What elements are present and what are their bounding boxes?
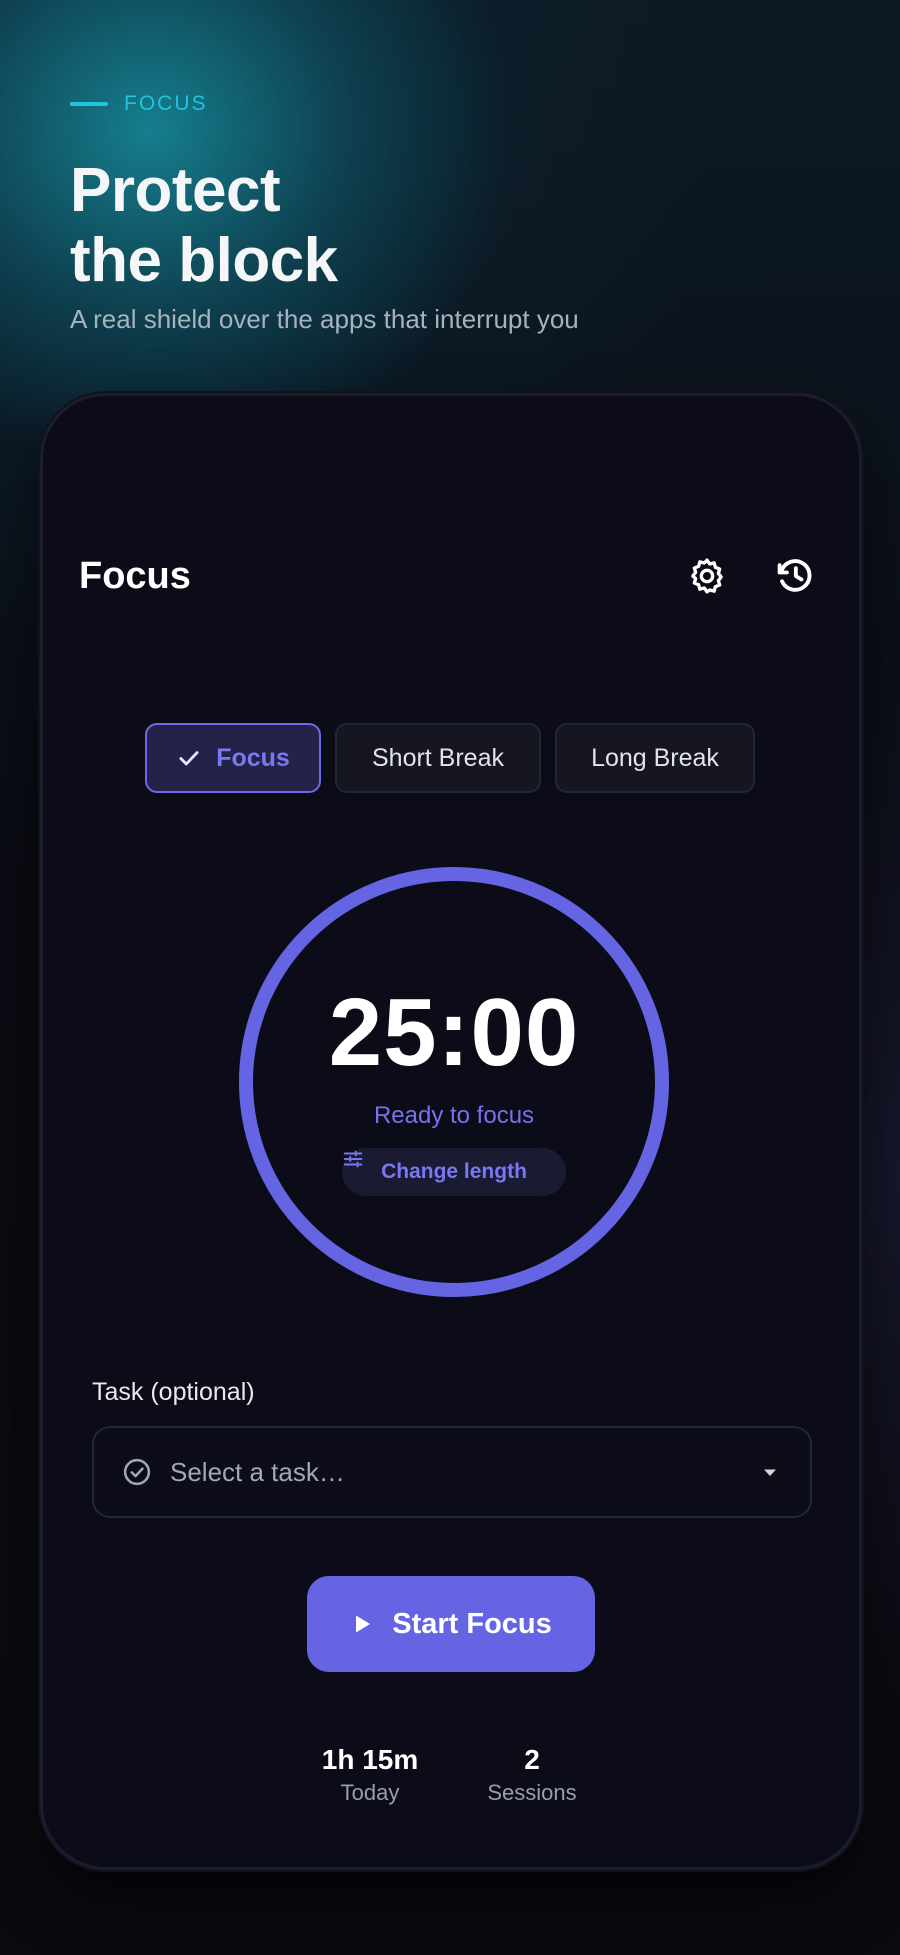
timer-value: 25:00 [328, 979, 580, 1086]
stat-today-value: 1h 15m [321, 1744, 419, 1775]
mode-long-break-label: Long Break [591, 743, 719, 772]
stat-sessions-label: Sessions [487, 1780, 577, 1805]
play-icon [356, 1615, 371, 1633]
app-header: Focus [79, 541, 823, 611]
stat-today: 1h 15m Today [318, 1744, 422, 1806]
hero-subtitle: A real shield over the apps that interru… [70, 304, 579, 334]
hero-title-line-2: the block [70, 226, 338, 295]
dropdown-arrow-icon [764, 1469, 776, 1476]
mode-long-break[interactable]: Long Break [555, 723, 755, 793]
stat-sessions: 2 Sessions [480, 1744, 584, 1806]
task-select-placeholder: Select a task… [170, 1456, 345, 1487]
mode-selector: Focus Short Break Long Break [145, 723, 755, 793]
hero-title: Protect the block [70, 156, 850, 296]
start-focus-button[interactable]: Start Focus [307, 1576, 595, 1672]
mode-short-break[interactable]: Short Break [335, 723, 541, 793]
eyebrow: FOCUS [70, 92, 850, 116]
stats: 1h 15m Today 2 Sessions [43, 1744, 859, 1806]
history-button[interactable] [767, 548, 823, 604]
timer-status: Ready to focus [373, 1102, 535, 1129]
hero: FOCUS Protect the block A real shield ov… [70, 92, 850, 335]
tune-icon [343, 1150, 363, 1168]
eyebrow-text: FOCUS [124, 92, 208, 115]
change-length-button[interactable]: Change length [342, 1148, 566, 1196]
mode-focus[interactable]: Focus [145, 723, 321, 793]
change-length-label: Change length [381, 1160, 527, 1183]
eyebrow-line [70, 102, 108, 106]
stat-sessions-value: 2 [524, 1744, 540, 1775]
mode-short-break-label: Short Break [371, 743, 504, 772]
check-icon [179, 751, 199, 766]
start-focus-label: Start Focus [392, 1607, 552, 1640]
timer: 25:00 Ready to focus Change length [238, 866, 670, 1298]
task-label: Task (optional) [92, 1378, 255, 1406]
settings-button[interactable] [679, 548, 735, 604]
check-circle-icon [123, 1458, 151, 1486]
task-select[interactable]: Select a task… [92, 1426, 812, 1518]
hero-title-line-1: Protect [70, 156, 281, 225]
phone-frame: Focus Focus Short Break Long Break 25:00… [40, 393, 862, 1870]
gear-icon [691, 558, 723, 594]
stat-today-label: Today [340, 1780, 400, 1805]
page-title: Focus [79, 554, 191, 597]
history-icon [777, 559, 812, 592]
mode-focus-label: Focus [216, 743, 290, 772]
